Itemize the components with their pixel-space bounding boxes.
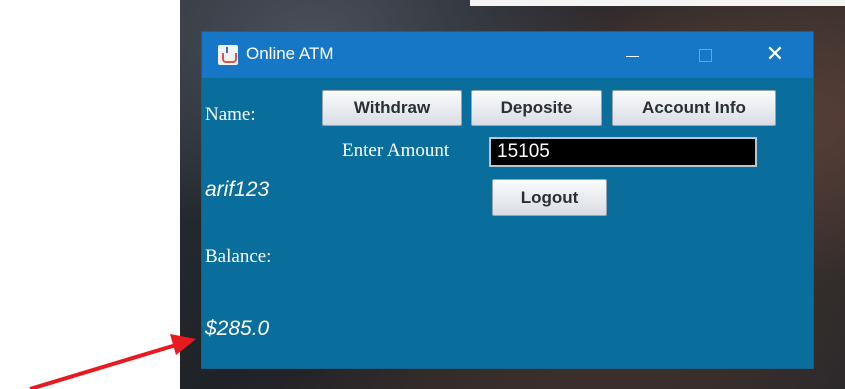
red-arrow [29,334,196,389]
